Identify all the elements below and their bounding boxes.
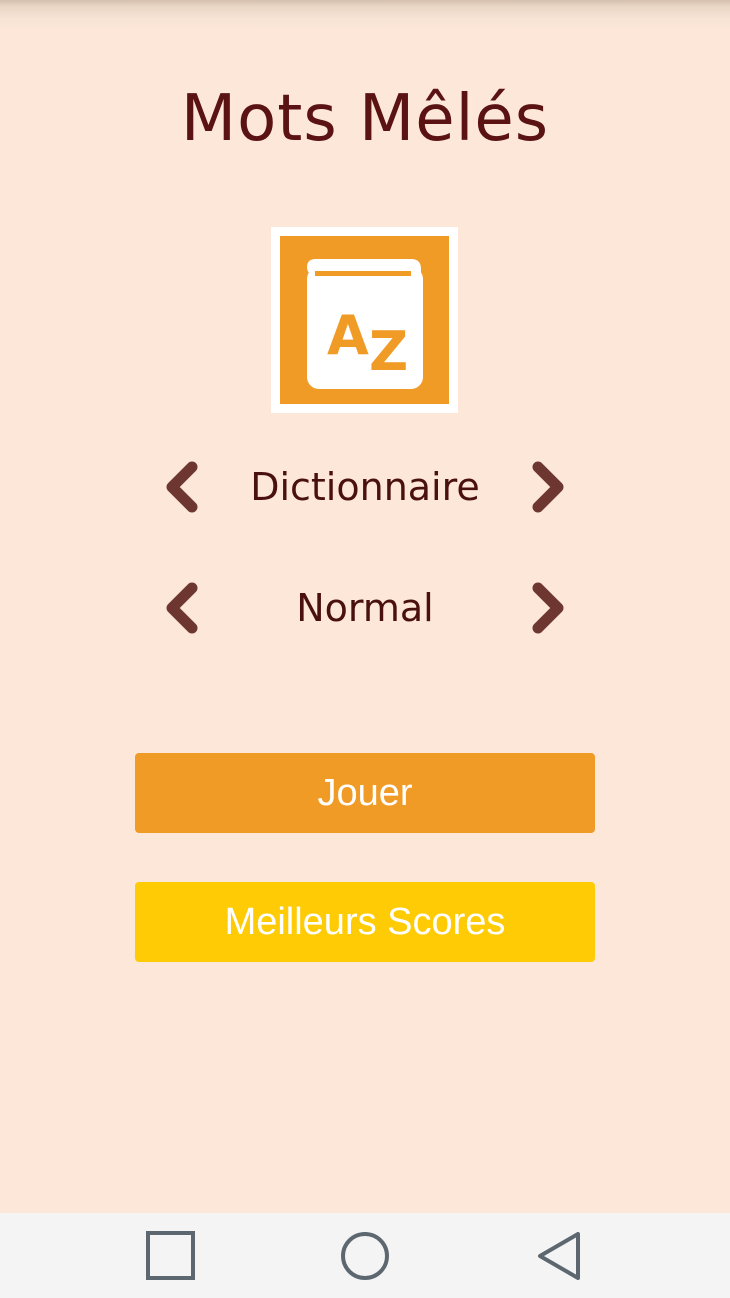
svg-text:A: A [327, 304, 369, 367]
difficulty-prev-button[interactable] [150, 573, 214, 643]
recent-apps-button[interactable] [121, 1213, 221, 1298]
svg-text:Z: Z [369, 320, 408, 383]
category-prev-button[interactable] [150, 452, 214, 522]
back-button[interactable] [508, 1213, 608, 1298]
chevron-left-icon [166, 582, 198, 634]
triangle-back-icon [538, 1231, 580, 1280]
difficulty-next-button[interactable] [516, 573, 580, 643]
chevron-right-icon [532, 461, 564, 513]
home-button[interactable] [315, 1213, 415, 1298]
category-value: Dictionnaire [250, 465, 480, 509]
chevron-left-icon [166, 461, 198, 513]
status-bar-shade [0, 0, 730, 30]
high-scores-button[interactable]: Meilleurs Scores [135, 882, 595, 962]
play-button[interactable]: Jouer [135, 753, 595, 833]
chevron-right-icon [532, 582, 564, 634]
difficulty-value: Normal [296, 586, 434, 630]
app-logo: A Z [271, 227, 458, 413]
difficulty-selector: Normal [150, 573, 580, 643]
circle-home-icon [341, 1231, 389, 1280]
square-recents-icon [146, 1230, 195, 1280]
dictionary-az-book-icon: A Z [280, 236, 449, 404]
category-selector: Dictionnaire [150, 452, 580, 522]
system-navigation-bar [0, 1213, 730, 1298]
app-title: Mots Mêlés [180, 82, 550, 156]
category-next-button[interactable] [516, 452, 580, 522]
